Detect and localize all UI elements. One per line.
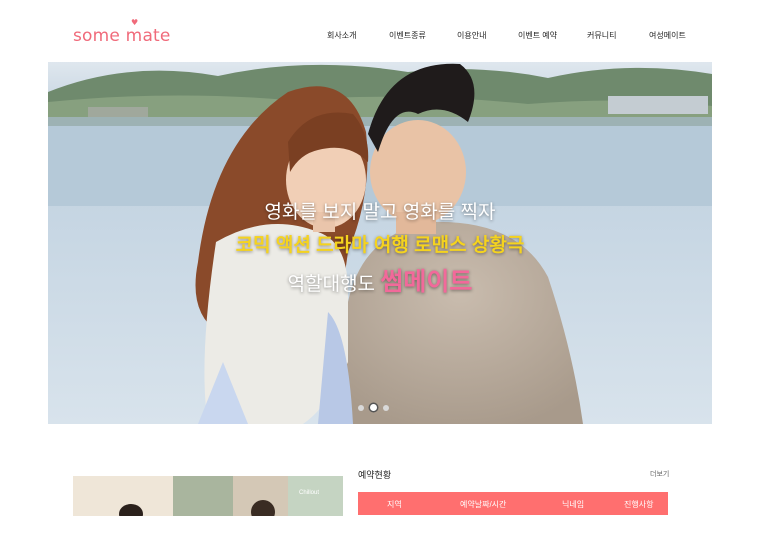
hero-headline: 영화를 보지 말고 영화를 찍자 [264, 202, 496, 223]
reservation-title: 예약현황 [358, 470, 392, 480]
column-region: 지역 [387, 500, 402, 509]
reservation-table-header: 지역 예약날짜/시간 닉네임 진행사항 [358, 492, 668, 515]
logo-text: some mate [73, 26, 171, 46]
nav-item-community[interactable]: 커뮤니티 [587, 30, 616, 41]
nav-item-event-reservation[interactable]: 이벤트 예약 [518, 30, 557, 41]
column-datetime: 예약날짜/시간 [460, 500, 507, 509]
thumbnail-photo: Chillout [73, 476, 343, 516]
nav-item-female-mate[interactable]: 여성메이트 [649, 30, 686, 41]
reservation-more-link[interactable]: 더보기 [650, 469, 669, 479]
slider-dot-3[interactable] [383, 404, 389, 411]
hero-brand-name: 썸메이트 [380, 268, 473, 296]
nav-item-company[interactable]: 회사소개 [327, 30, 356, 41]
column-status: 진행사항 [624, 500, 654, 509]
slider-dot-2[interactable] [370, 404, 377, 411]
logo-heart-icon: ♥ [131, 18, 139, 27]
column-nickname: 닉네임 [562, 500, 585, 509]
slider-pagination [358, 404, 389, 411]
hero-brand-prefix: 역할대행도 [287, 274, 381, 295]
site-logo[interactable]: some mate ♥ [73, 18, 171, 46]
thumbnail-caption: Chillout [299, 490, 319, 496]
hero-genres: 코믹 액션 드라마 여행 로맨스 상황극 [235, 235, 525, 256]
hero-banner[interactable]: 영화를 보지 말고 영화를 찍자 코믹 액션 드라마 여행 로맨스 상황극 역할… [48, 62, 712, 424]
nav-item-event-types[interactable]: 이벤트종류 [389, 30, 426, 41]
nav-item-guide[interactable]: 이용안내 [457, 30, 486, 41]
slider-dot-1[interactable] [358, 404, 364, 411]
hero-brand-line: 역할대행도 썸메이트 [48, 262, 712, 298]
featured-thumbnail[interactable]: Chillout [73, 476, 343, 516]
site-header: some mate ♥ 회사소개 이벤트종류 이용안내 이벤트 예약 커뮤니티 … [0, 0, 760, 62]
